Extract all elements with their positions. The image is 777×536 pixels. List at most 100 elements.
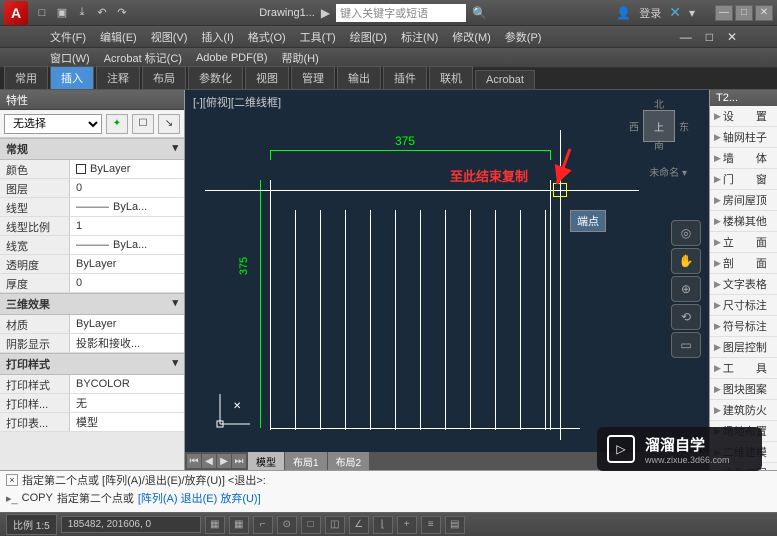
prop-pstyle-value[interactable]: BYCOLOR [70, 375, 184, 393]
doc-close-icon[interactable]: ✕ [727, 30, 737, 44]
qat-open-icon[interactable]: ▣ [54, 5, 70, 21]
layout-first-icon[interactable]: ⏮ [187, 454, 201, 468]
palette-item[interactable]: ▶墙 体 [710, 148, 777, 169]
menu-draw[interactable]: 绘图(D) [350, 29, 387, 45]
section-3d[interactable]: 三维效果▾ [0, 293, 184, 315]
viewport-label[interactable]: [-][俯视][二维线框] [193, 94, 281, 110]
status-otrack-icon[interactable]: ∠ [349, 516, 369, 534]
menu-file[interactable]: 文件(F) [50, 29, 86, 45]
tab-parametric[interactable]: 参数化 [188, 66, 243, 89]
exchange-icon[interactable]: ✕ [669, 4, 681, 21]
prop-lineweight-value[interactable]: ———ByLa... [70, 236, 184, 254]
zoom-icon[interactable]: ⊕ [671, 276, 701, 302]
qat-new-icon[interactable]: □ [34, 5, 50, 21]
menu-acrobat-mark[interactable]: Acrobat 标记(C) [104, 50, 182, 66]
layout-tab-model[interactable]: 模型 [248, 452, 285, 471]
palette-item[interactable]: ▶符号标注 [710, 316, 777, 337]
tab-manage[interactable]: 管理 [291, 66, 335, 89]
prop-ltscale-value[interactable]: 1 [70, 217, 184, 235]
tab-view[interactable]: 视图 [245, 66, 289, 89]
palette-item[interactable]: ▶立 面 [710, 232, 777, 253]
status-ducs-icon[interactable]: ⌊ [373, 516, 393, 534]
minimize-button[interactable]: — [715, 5, 733, 21]
prop-layer-value[interactable]: 0 [70, 179, 184, 197]
palette-item[interactable]: ▶轴网柱子 [710, 127, 777, 148]
prop-linetype-value[interactable]: ———ByLa... [70, 198, 184, 216]
status-3dosnap-icon[interactable]: ◫ [325, 516, 345, 534]
qat-redo-icon[interactable]: ↷ [114, 5, 130, 21]
title-arrow-icon[interactable]: ▶ [321, 6, 330, 20]
pickadd-button[interactable]: ☐ [132, 114, 154, 134]
user-icon[interactable]: 👤 [616, 6, 631, 20]
layout-tab-1[interactable]: 布局1 [285, 452, 328, 471]
qat-save-icon[interactable]: ⤓ [74, 5, 90, 21]
tab-annotate[interactable]: 注释 [96, 66, 140, 89]
palette-item[interactable]: ▶图层控制 [710, 337, 777, 358]
prop-shadow-value[interactable]: 投影和接收... [70, 334, 184, 352]
palette-item[interactable]: ▶设 置 [710, 106, 777, 127]
status-grid-icon[interactable]: ▦ [229, 516, 249, 534]
palette-item[interactable]: ▶楼梯其他 [710, 211, 777, 232]
status-lwt-icon[interactable]: ≡ [421, 516, 441, 534]
status-osnap-icon[interactable]: □ [301, 516, 321, 534]
orbit-icon[interactable]: ⟲ [671, 304, 701, 330]
command-area[interactable]: × 指定第二个点或 [阵列(A)/退出(E)/放弃(U)] <退出>: ▸_ C… [0, 470, 777, 512]
app-icon[interactable]: A [4, 1, 28, 25]
doc-restore-icon[interactable]: □ [706, 30, 713, 44]
layout-prev-icon[interactable]: ◀ [202, 454, 216, 468]
selection-dropdown[interactable]: 无选择 [4, 114, 102, 134]
layout-next-icon[interactable]: ▶ [217, 454, 231, 468]
drawing-canvas[interactable]: [-][俯视][二维线框] 北 南 西 东 上 未命名 ▾ ◎ ✋ ⊕ ⟲ ▭ … [185, 90, 709, 470]
cmd-close-icon[interactable]: × [6, 474, 18, 486]
doc-minimize-icon[interactable]: — [680, 30, 692, 44]
menu-edit[interactable]: 编辑(E) [100, 29, 137, 45]
palette-item[interactable]: ▶工 具 [710, 358, 777, 379]
palette-item[interactable]: ▶房间屋顶 [710, 190, 777, 211]
tab-insert[interactable]: 插入 [50, 66, 94, 89]
selectobj-button[interactable]: ↘ [158, 114, 180, 134]
prop-thickness-value[interactable]: 0 [70, 274, 184, 292]
prop-transparency-value[interactable]: ByLayer [70, 255, 184, 273]
tab-layout[interactable]: 布局 [142, 66, 186, 89]
status-ortho-icon[interactable]: ⌐ [253, 516, 273, 534]
layout-tab-2[interactable]: 布局2 [328, 452, 371, 471]
status-polar-icon[interactable]: ⊙ [277, 516, 297, 534]
palette-item[interactable]: ▶文字表格 [710, 274, 777, 295]
compass-north[interactable]: 北 [654, 96, 664, 111]
menu-view[interactable]: 视图(V) [151, 29, 188, 45]
prop-color-value[interactable]: ByLayer [70, 160, 184, 178]
search-icon[interactable]: 🔍 [472, 6, 487, 20]
qat-undo-icon[interactable]: ↶ [94, 5, 110, 21]
palette-item[interactable]: ▶尺寸标注 [710, 295, 777, 316]
menu-format[interactable]: 格式(O) [248, 29, 286, 45]
menu-modify[interactable]: 修改(M) [452, 29, 491, 45]
compass-top[interactable]: 上 [643, 110, 675, 142]
palette-item[interactable]: ▶门 窗 [710, 169, 777, 190]
close-button[interactable]: ✕ [755, 5, 773, 21]
menu-tools[interactable]: 工具(T) [300, 29, 336, 45]
prop-pstyle3-value[interactable]: 模型 [70, 413, 184, 431]
palette-item[interactable]: ▶图块图案 [710, 379, 777, 400]
cmd-options[interactable]: [阵列(A) 退出(E) 放弃(U)] [138, 490, 261, 506]
layout-last-icon[interactable]: ⏭ [232, 454, 246, 468]
tab-online[interactable]: 联机 [429, 66, 473, 89]
prop-material-value[interactable]: ByLayer [70, 315, 184, 333]
showmotion-icon[interactable]: ▭ [671, 332, 701, 358]
palette-item[interactable]: ▶剖 面 [710, 253, 777, 274]
tab-plugins[interactable]: 插件 [383, 66, 427, 89]
pan-icon[interactable]: ✋ [671, 248, 701, 274]
status-scale[interactable]: 比例 1:5 [6, 514, 57, 535]
tab-output[interactable]: 输出 [337, 66, 381, 89]
view-name-label[interactable]: 未命名 ▾ [649, 164, 687, 179]
menu-dimension[interactable]: 标注(N) [401, 29, 438, 45]
menu-adobe-pdf[interactable]: Adobe PDF(B) [196, 52, 268, 64]
help-dropdown[interactable]: ▾ [689, 6, 695, 20]
section-general[interactable]: 常规▾ [0, 138, 184, 160]
palette-item[interactable]: ▶建筑防火 [710, 400, 777, 421]
status-tpy-icon[interactable]: ▤ [445, 516, 465, 534]
section-print[interactable]: 打印样式▾ [0, 353, 184, 375]
nav-wheel-icon[interactable]: ◎ [671, 220, 701, 246]
status-dyn-icon[interactable]: + [397, 516, 417, 534]
menu-parametric[interactable]: 参数(P) [505, 29, 542, 45]
menu-help[interactable]: 帮助(H) [282, 50, 319, 66]
